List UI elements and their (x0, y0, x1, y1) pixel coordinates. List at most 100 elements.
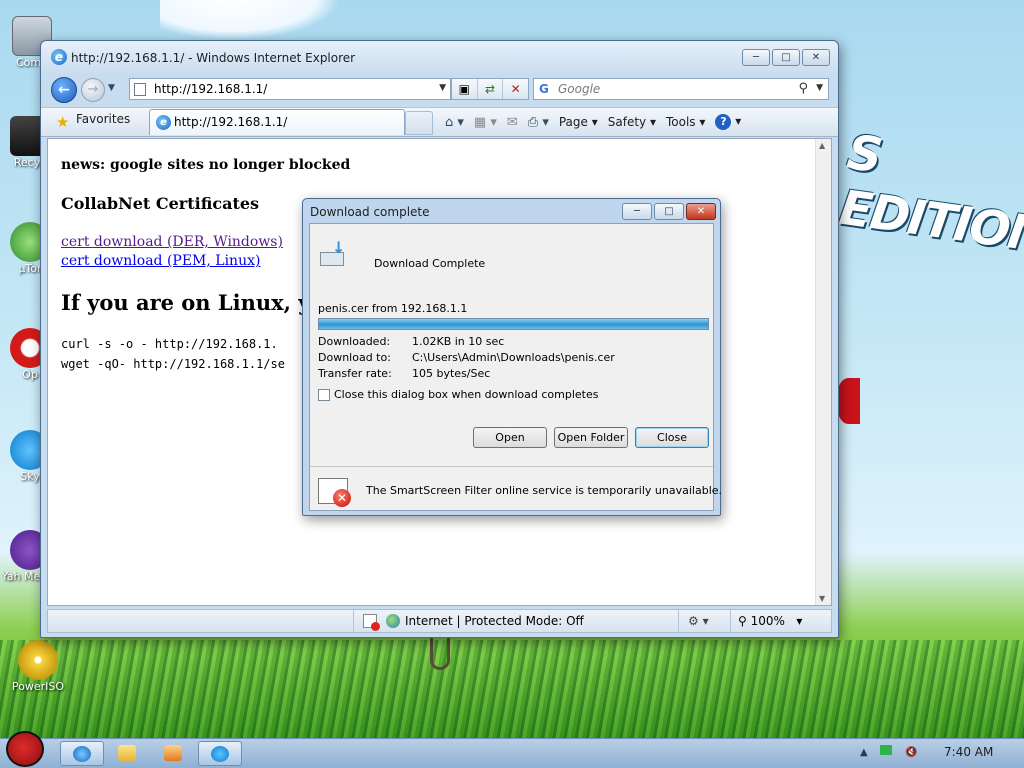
cert-der-link[interactable]: cert download (DER, Windows) (61, 234, 283, 250)
scroll-down-icon[interactable]: ▼ (819, 594, 825, 603)
dialog-separator (310, 466, 713, 467)
tools-menu[interactable]: Tools ▾ (666, 115, 705, 129)
back-button[interactable]: ← (51, 77, 77, 103)
taskbar-ie-button[interactable] (60, 741, 104, 766)
vertical-scrollbar[interactable]: ▲ ▼ (815, 139, 831, 605)
download-heading: Download Complete (374, 257, 486, 270)
ie-logo-icon: e (51, 49, 67, 65)
page-menu[interactable]: Page ▾ (559, 115, 598, 129)
ie-tab-icon: e (156, 115, 171, 130)
maximize-button[interactable]: □ (772, 49, 800, 66)
forward-button[interactable]: → (81, 78, 105, 102)
internet-zone-globe-icon (386, 614, 400, 628)
mail-icon[interactable]: ✉ (507, 115, 518, 130)
scroll-up-icon[interactable]: ▲ (819, 141, 825, 150)
status-divider (353, 610, 354, 632)
wallpaper-slingshot (430, 636, 450, 670)
tab-title: http://192.168.1.1/ (174, 115, 288, 129)
transfer-rate-label: Transfer rate: (318, 367, 392, 380)
wget-command: wget -qO- http://192.168.1.1/se (61, 357, 285, 371)
address-text[interactable]: http://192.168.1.1/ (154, 82, 267, 96)
dialog-close-button[interactable]: ✕ (686, 203, 716, 220)
page-menu-label: Page (558, 115, 588, 129)
ie-titlebar[interactable]: e http://192.168.1.1/ - Windows Internet… (41, 41, 838, 75)
status-divider (730, 610, 731, 632)
close-button[interactable]: ✕ (802, 49, 830, 66)
status-bar: Internet | Protected Mode: Off ⚙ ▾ ⚲ 100… (47, 609, 832, 633)
linux-heading: If you are on Linux, you (61, 290, 340, 315)
start-button-icon[interactable] (6, 731, 44, 767)
wallpaper-edition-text: S EDITION (836, 124, 1024, 265)
dialog-title: Download complete (310, 205, 430, 219)
help-menu[interactable]: ? ▾ (715, 114, 741, 130)
desktop-icon-label: PowerISO (11, 680, 65, 693)
downloaded-value: 1.02KB in 10 sec (412, 335, 505, 348)
download-to-label: Download to: (318, 351, 391, 364)
search-icon[interactable]: ⚲ (798, 81, 808, 96)
download-to-value: C:\Users\Admin\Downloads\penis.cer (412, 351, 615, 364)
help-icon: ? (715, 114, 732, 130)
compatibility-view-icon[interactable]: ▣ (452, 79, 478, 99)
network-icon[interactable] (880, 745, 893, 755)
address-bar[interactable]: http://192.168.1.1/ ▼ (129, 78, 451, 100)
command-bar: ⌂ ▾ ▦ ▾ ✉ ⎙ ▾ Page ▾ Safety ▾ Tools ▾ ? … (445, 111, 741, 133)
search-dropdown-icon[interactable]: ▼ (816, 83, 823, 93)
download-file-source: penis.cer from 192.168.1.1 (318, 302, 468, 315)
folder-icon (118, 745, 136, 761)
close-when-complete-label[interactable]: Close this dialog box when download comp… (334, 388, 598, 401)
transfer-rate-value: 105 bytes/Sec (412, 367, 491, 380)
open-folder-button[interactable]: Open Folder (554, 427, 628, 448)
taskbar-explorer-button[interactable] (106, 741, 150, 766)
dialog-minimize-button[interactable]: ─ (622, 203, 652, 220)
home-icon[interactable]: ⌂ ▾ (445, 115, 464, 130)
new-tab-button[interactable] (405, 111, 433, 135)
download-complete-dialog: Download complete ─ □ ✕ ↓ Download Compl… (302, 198, 723, 516)
smartscreen-error-icon: ✕ (318, 478, 351, 507)
close-when-complete-checkbox[interactable] (318, 389, 330, 401)
dialog-close-action-button[interactable]: Close (635, 427, 709, 448)
safety-menu[interactable]: Safety ▾ (608, 115, 656, 129)
window-title: http://192.168.1.1/ - Windows Internet E… (71, 51, 356, 65)
stop-icon[interactable]: ✕ (503, 79, 528, 99)
desktop-icon-poweriso[interactable]: PowerISO (8, 640, 68, 693)
wallpaper-red-bird (836, 378, 860, 424)
search-input[interactable]: G Google ⚲ ▼ (533, 78, 829, 100)
wallpaper-cloud (160, 0, 340, 40)
downloaded-label: Downloaded: (318, 335, 391, 348)
smartscreen-message: The SmartScreen Filter online service is… (366, 484, 723, 497)
curl-command: curl -s -o - http://192.168.1. (61, 337, 278, 351)
status-divider (678, 610, 679, 632)
blocked-content-icon[interactable] (363, 614, 380, 631)
google-logo-icon: G (539, 82, 549, 96)
volume-muted-icon[interactable]: 🔇 (905, 747, 917, 758)
page-icon (134, 83, 146, 96)
wallpaper-grass (0, 640, 1024, 740)
taskbar-skype-button[interactable] (198, 741, 242, 766)
address-dropdown-icon[interactable]: ▼ (439, 83, 446, 93)
zoom-value: 100% (750, 614, 785, 628)
security-zone-text[interactable]: Internet | Protected Mode: Off (405, 614, 584, 628)
favorites-button[interactable]: Favorites (76, 112, 130, 126)
history-dropdown-icon[interactable]: ▼ (108, 83, 115, 93)
poweriso-icon (18, 640, 58, 680)
taskbar-clock[interactable]: 7:40 AM (944, 745, 993, 759)
protected-mode-icon[interactable]: ⚙ ▾ (688, 614, 709, 628)
zoom-level[interactable]: ⚲ 100% ▾ (738, 614, 802, 628)
tab-current[interactable]: e http://192.168.1.1/ (149, 109, 405, 135)
open-button[interactable]: Open (473, 427, 547, 448)
refresh-icon[interactable]: ⇄ (478, 79, 504, 99)
favorites-star-icon[interactable]: ★ (56, 113, 69, 131)
feeds-icon[interactable]: ▦ ▾ (474, 115, 497, 130)
minimize-button[interactable]: ─ (742, 49, 770, 66)
ie-taskbar-icon (73, 746, 91, 762)
cert-pem-link[interactable]: cert download (PEM, Linux) (61, 253, 260, 269)
skype-taskbar-icon (211, 746, 229, 762)
download-complete-icon: ↓ (318, 240, 348, 270)
show-hidden-icons[interactable]: ▲ (860, 747, 868, 758)
taskbar-media-button[interactable] (152, 741, 196, 766)
news-line: news: google sites no longer blocked (61, 157, 351, 173)
print-icon[interactable]: ⎙ ▾ (528, 115, 549, 130)
dialog-maximize-button[interactable]: □ (654, 203, 684, 220)
media-player-icon (164, 745, 182, 761)
system-tray: ▲ 🔇 (860, 745, 918, 758)
